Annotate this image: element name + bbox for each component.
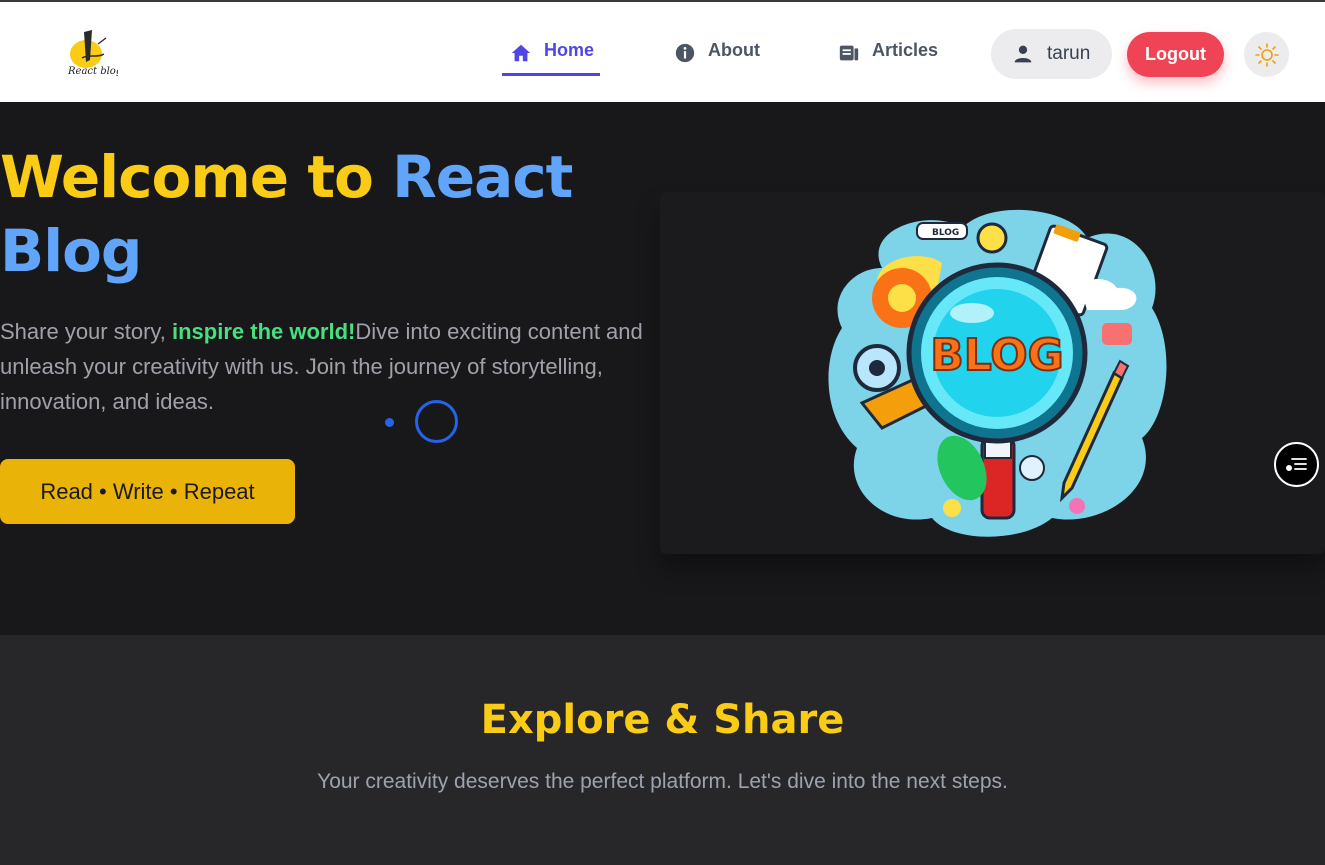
blog-illustration: BLOG BLOG [828,209,1167,537]
svg-text:React blog: React blog [67,66,118,77]
nav-articles-label: Articles [872,40,939,60]
theme-toggle-button[interactable] [1244,32,1289,77]
filter-list-icon [1285,457,1307,471]
hero-description: Share your story, inspire the world!Dive… [0,314,660,419]
user-profile-button[interactable]: tarun [991,29,1112,79]
article-icon [839,45,859,61]
cursor-dot [385,418,394,427]
site-logo[interactable]: React blog [62,24,122,84]
section-subtitle: Your creativity deserves the perfect pla… [317,770,1008,793]
hero-title-react: React [392,143,573,211]
svg-text:BLOG: BLOG [932,228,959,238]
nav-articles[interactable]: Articles [838,40,938,76]
nav-about[interactable]: About [674,40,760,76]
nav-home[interactable]: Home [502,40,600,76]
hero-desc-start: Share your story, [0,319,172,344]
logout-button[interactable]: Logout [1127,32,1224,77]
username: tarun [1047,43,1091,64]
read-write-repeat-button[interactable]: Read • Write • Repeat [0,459,295,524]
explore-section: Explore & Share Your creativity deserves… [0,635,1325,865]
nav-home-label: Home [544,40,595,60]
hero-desc-highlight: inspire the world! [172,319,356,344]
section-title: Explore & Share [480,697,845,743]
cursor-ring [415,400,458,443]
home-icon [511,44,531,62]
hero-section: Welcome to React Blog Share your story, … [0,102,1325,635]
nav-about-label: About [708,40,760,60]
filter-fab-button[interactable] [1274,442,1319,487]
svg-text:BLOG: BLOG [930,330,1064,381]
hero-title: Welcome to React Blog [0,140,640,288]
hero-title-welcome: Welcome to [0,143,393,211]
user-icon [1014,45,1032,63]
hero-title-blog: Blog [0,217,142,285]
info-icon [675,43,695,63]
navbar: React blog Home About Articles tarun Log… [0,0,1325,102]
sun-icon [1254,42,1279,67]
